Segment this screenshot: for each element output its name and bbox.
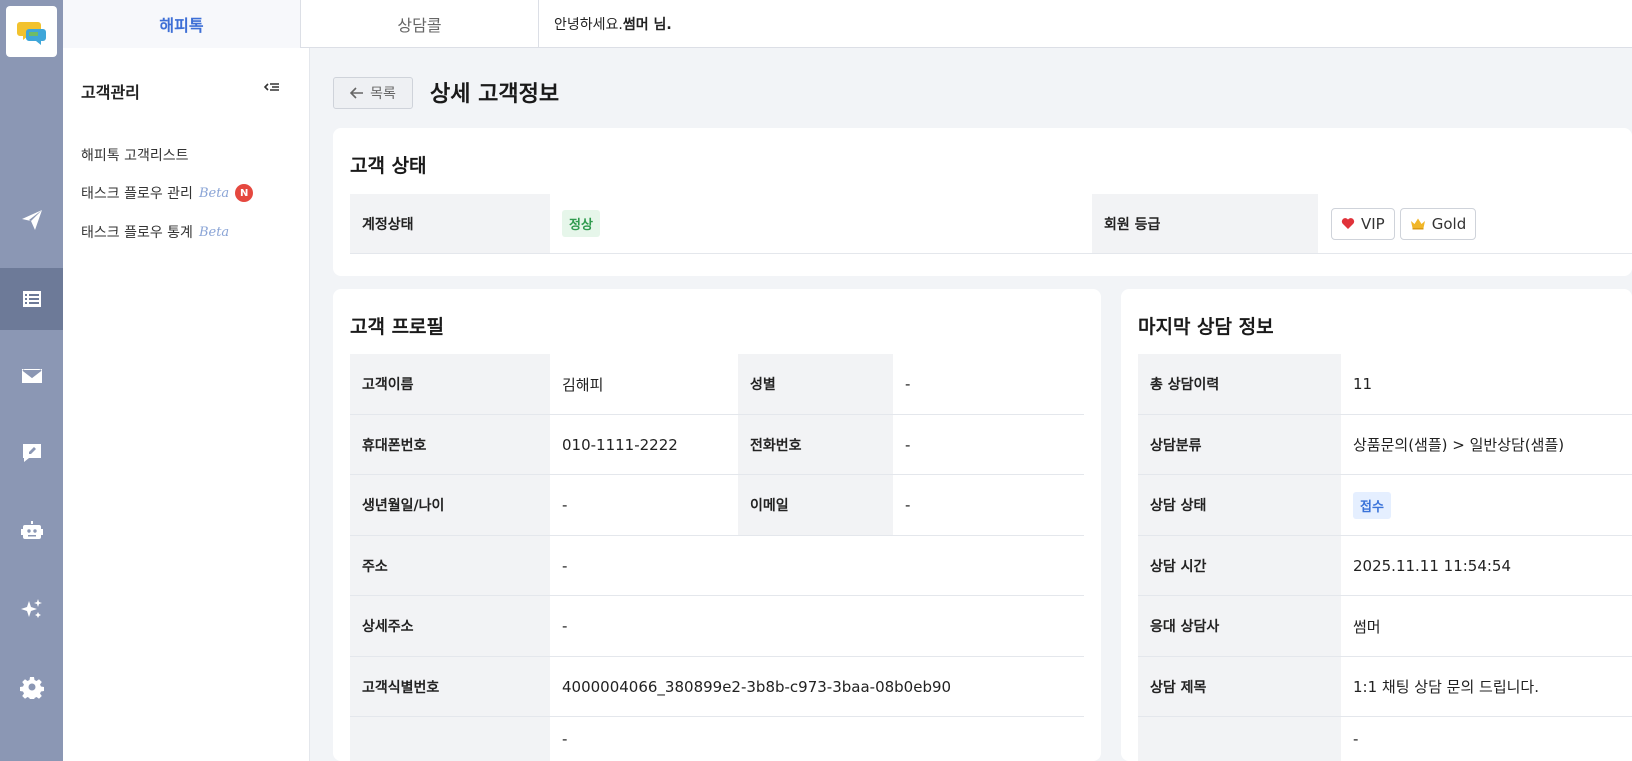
- grade-vip: VIP: [1331, 207, 1395, 240]
- consult-value: -: [1341, 717, 1632, 761]
- profile-value: -: [550, 717, 1084, 761]
- profile-value: 김해피: [550, 354, 738, 415]
- profile-value: 010-1111-2222: [550, 415, 738, 475]
- side-menu-title: 고객관리: [81, 83, 140, 102]
- icon-rail: [0, 0, 63, 761]
- profile-label: 고객이름: [350, 354, 550, 415]
- profile-label: 생년월일/나이: [350, 475, 550, 536]
- sidebar-item-label: 태스크 플로우 통계: [81, 225, 193, 241]
- profile-label: 상세주소: [350, 596, 550, 657]
- chat-edit-icon: [22, 444, 41, 462]
- profile-label: 이메일: [738, 475, 893, 536]
- profile-value: -: [550, 475, 738, 536]
- rail-settings[interactable]: [0, 656, 63, 718]
- consult-value: 썸머: [1341, 596, 1632, 657]
- profile-label: 주소: [350, 536, 550, 596]
- greeting: 안녕하세요. 썸머 님.: [554, 0, 672, 48]
- account-status-label: 계정상태: [350, 194, 550, 254]
- card-title: 고객 상태: [350, 155, 427, 177]
- profile-label: [350, 717, 550, 761]
- consult-value: 상품문의(샘플) > 일반상담(샘플): [1341, 415, 1632, 475]
- member-grade-value: VIP Gold: [1318, 194, 1632, 254]
- customer-id-value: 4000004066_380899e2-3b8b-c973-3baa-08b0e…: [550, 657, 1084, 717]
- beta-label: Beta: [198, 185, 230, 201]
- profile-label: 고객식별번호: [350, 657, 550, 717]
- grade-label: VIP: [1361, 214, 1385, 233]
- profile-label: 성별: [738, 354, 893, 415]
- rail-ai[interactable]: [0, 578, 63, 640]
- profile-value: -: [893, 475, 1084, 536]
- profile-label: 휴대폰번호: [350, 415, 550, 475]
- profile-value: -: [893, 354, 1084, 415]
- greeting-prefix: 안녕하세요.: [554, 17, 623, 33]
- consult-value: 11: [1341, 354, 1632, 415]
- account-status-value: 정상: [550, 194, 1092, 254]
- card-title: 고객 프로필: [350, 316, 445, 338]
- side-menu: 고객관리 해피톡 고객리스트 태스크 플로우 관리 Beta N 태스크 플로우…: [63, 48, 310, 761]
- rail-bot[interactable]: [0, 500, 63, 562]
- user-name: 썸머 님.: [622, 17, 672, 33]
- consult-value: 1:1 채팅 상담 문의 드립니다.: [1341, 657, 1632, 717]
- list-icon: [22, 291, 41, 307]
- crown-icon: [1410, 218, 1425, 230]
- happytalk-logo[interactable]: [6, 6, 57, 57]
- page-title: 상세 고객정보: [430, 82, 560, 107]
- member-grade-label: 회원 등급: [1092, 194, 1318, 254]
- new-badge: N: [235, 184, 254, 202]
- consult-label: 상담분류: [1138, 415, 1341, 475]
- arrow-left-icon: [350, 87, 364, 99]
- sparkle-icon: [20, 599, 42, 618]
- consult-label: 응대 상담사: [1138, 596, 1341, 657]
- card-title: 마지막 상담 정보: [1138, 316, 1274, 338]
- sidebar-item-task-flow-manage[interactable]: 태스크 플로우 관리 Beta N: [81, 183, 254, 203]
- profile-label: 전화번호: [738, 415, 893, 475]
- consult-value: 2025.11.11 11:54:54: [1341, 536, 1632, 596]
- gear-icon: [19, 677, 44, 699]
- consult-label: 상담 제목: [1138, 657, 1341, 717]
- customer-status-card: 고객 상태 계정상태 정상 회원 등급 VIP Gold: [333, 128, 1632, 276]
- top-bar: 해피톡 상담콜 안녕하세요. 썸머 님.: [63, 0, 1632, 49]
- collapse-menu-icon[interactable]: [263, 80, 281, 96]
- tab-happytalk[interactable]: 해피톡: [63, 0, 301, 49]
- rail-send[interactable]: [0, 189, 63, 251]
- customer-profile-card: 고객 프로필 고객이름 김해피 성별 - 휴대폰번호 010-1111-2222…: [333, 289, 1101, 761]
- profile-value: -: [893, 415, 1084, 475]
- profile-value: -: [550, 536, 1084, 596]
- status-badge: 접수: [1353, 491, 1391, 519]
- back-to-list-button[interactable]: 목록: [333, 77, 413, 109]
- rail-mail[interactable]: [0, 345, 63, 407]
- consult-label: [1138, 717, 1341, 761]
- tab-consult-call[interactable]: 상담콜: [301, 0, 539, 48]
- consult-label: 상담 시간: [1138, 536, 1341, 596]
- grade-gold: Gold: [1399, 207, 1477, 240]
- consult-label: 상담 상태: [1138, 475, 1341, 536]
- sidebar-item-label: 태스크 플로우 관리: [81, 186, 193, 202]
- sidebar-item-task-flow-stats[interactable]: 태스크 플로우 통계 Beta: [81, 222, 229, 242]
- sidebar-item-customer-list[interactable]: 해피톡 고객리스트: [81, 145, 189, 165]
- last-consult-card: 마지막 상담 정보 총 상담이력 11 상담분류 상품문의(샘플) > 일반상담…: [1121, 289, 1632, 761]
- profile-value: -: [550, 596, 1084, 657]
- beta-label: Beta: [198, 224, 230, 240]
- chat-logo-icon: [16, 21, 46, 45]
- robot-icon: [20, 521, 43, 539]
- paper-plane-icon: [21, 210, 42, 230]
- consult-status-value: 접수: [1341, 475, 1632, 536]
- rail-customer-list[interactable]: [0, 268, 63, 330]
- heart-icon: [1341, 218, 1355, 229]
- sidebar-item-label: 해피톡 고객리스트: [81, 148, 189, 164]
- status-badge: 정상: [562, 210, 600, 237]
- consult-label: 총 상담이력: [1138, 354, 1341, 415]
- grade-label: Gold: [1431, 214, 1467, 233]
- rail-chat-edit[interactable]: [0, 422, 63, 484]
- mail-icon: [21, 369, 42, 383]
- back-label: 목록: [370, 86, 396, 102]
